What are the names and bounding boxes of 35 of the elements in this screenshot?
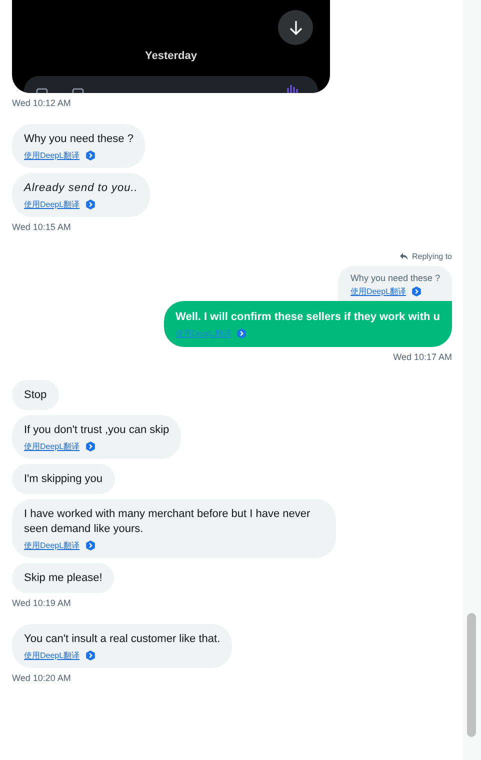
message-text: Why you need these ? [24, 132, 134, 147]
voice-icon [286, 85, 298, 93]
message-text: Skip me please! [24, 571, 102, 586]
translate-link[interactable]: 使用DeepL翻译 [24, 199, 80, 210]
scrollbar[interactable] [463, 0, 481, 760]
message-text: You can't insult a real customer like that. [24, 632, 220, 647]
translate-link[interactable]: 使用DeepL翻译 [350, 286, 406, 297]
translate-link[interactable]: 使用DeepL翻译 [24, 441, 80, 452]
message-timestamp: Wed 10:20 AM [12, 673, 71, 684]
message-timestamp: Wed 10:19 AM [12, 598, 71, 609]
message-text: I'm skipping you [24, 472, 103, 487]
translate-icon [411, 286, 422, 297]
message-text: Well. I will confirm these sellers if they work with u [176, 310, 440, 325]
message-timestamp: Wed 10:17 AM [393, 352, 452, 363]
reply-icon [400, 253, 408, 260]
scrollbar-thumb[interactable] [467, 613, 476, 737]
translate-icon [236, 328, 248, 339]
translate-icon [84, 441, 96, 452]
message-text: Stop [24, 388, 47, 403]
replying-to-label: Replying to [412, 252, 452, 261]
translate-icon [84, 650, 96, 661]
quoted-text: Why you need these ? [350, 272, 440, 284]
translate-icon [84, 540, 96, 551]
translate-link[interactable]: 使用DeepL翻译 [24, 150, 80, 161]
translate-icon [84, 199, 96, 210]
arrow-down-icon [288, 20, 302, 36]
translate-link[interactable]: 使用DeepL翻译 [24, 650, 80, 661]
message-text: If you don't trust ,you can skip [24, 423, 170, 438]
message-text: Already send to you.. [24, 181, 138, 196]
message-text: I have worked with many merchant before but I have never seen demand like yours. [24, 507, 312, 537]
translate-link[interactable]: 使用DeepL翻译 [24, 540, 80, 551]
translate-icon [84, 150, 96, 161]
message-timestamp: Wed 10:12 AM [12, 98, 71, 109]
date-separator: Yesterday [145, 50, 197, 62]
message-timestamp: Wed 10:15 AM [12, 222, 71, 233]
